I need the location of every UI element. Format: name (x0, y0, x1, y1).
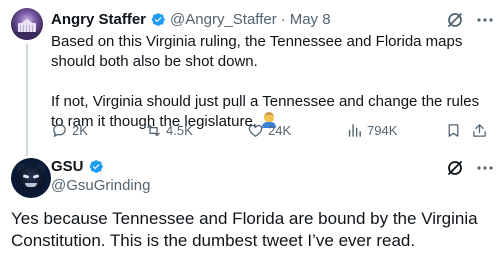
retweet-icon (147, 124, 160, 137)
verified-badge-icon (149, 11, 166, 28)
author-handle[interactable]: @Angry_Staffer (170, 11, 277, 28)
reply-avatar[interactable] (11, 158, 51, 198)
bookmark-icon (448, 124, 459, 137)
reply-author-handle[interactable]: @GsuGrinding (51, 177, 150, 194)
separator-dot: · (280, 11, 286, 28)
tweet-header: Angry Staffer @Angry_Staffer · May 8 (51, 11, 331, 28)
bookmark-button[interactable] (445, 122, 466, 139)
retweet-count: 4.5K (166, 123, 193, 138)
reply-top-actions (445, 158, 495, 178)
tweet-top-actions (445, 10, 495, 30)
more-options-icon[interactable] (475, 10, 495, 30)
author-name[interactable]: Angry Staffer (51, 11, 146, 28)
share-icon (473, 124, 486, 137)
reply-button[interactable]: 2K (51, 122, 88, 139)
avatar-columns (20, 25, 34, 32)
views-count: 794K (367, 123, 398, 138)
thread-line (26, 44, 28, 156)
views-button[interactable]: 794K (346, 122, 397, 139)
like-count: 24K (268, 123, 292, 138)
reply-author-name[interactable]: GSU (51, 158, 84, 175)
share-button[interactable] (471, 122, 492, 139)
tweet-text: Based on this Virginia ruling, the Tenne… (51, 32, 491, 132)
like-button[interactable]: 24K (247, 122, 291, 139)
tweet-date[interactable]: May 8 (290, 11, 331, 28)
views-icon (348, 124, 361, 137)
grok-icon[interactable] (445, 10, 465, 30)
avatar-ground (11, 32, 43, 40)
more-options-icon[interactable] (475, 158, 495, 178)
verified-badge-icon (87, 158, 104, 175)
reply-count: 2K (72, 123, 88, 138)
reply-icon (53, 124, 66, 138)
reply-header: GSU @GsuGrinding (51, 158, 150, 194)
tweet-paragraph-1: Based on this Virginia ruling, the Tenne… (51, 33, 463, 70)
retweet-button[interactable]: 4.5K (145, 122, 193, 139)
reply-text: Yes because Tennessee and Florida are bo… (11, 209, 478, 250)
avatar[interactable] (11, 8, 43, 40)
grok-icon[interactable] (445, 158, 465, 178)
heart-icon (248, 124, 263, 137)
tweet-action-bar: 2K 4.5K 24K 794K (51, 122, 491, 142)
